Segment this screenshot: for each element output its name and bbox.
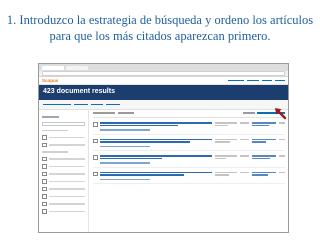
filter-option[interactable] [42,164,85,169]
filter-option[interactable] [42,201,85,206]
red-arrow-icon [275,108,287,120]
filter-heading [42,151,68,153]
nav-link[interactable] [228,79,244,82]
scopus-screenshot: Scopus 423 document results [38,63,289,233]
table-row[interactable] [93,118,285,135]
results-count: 423 document results [43,88,115,95]
nav-link[interactable] [262,79,272,82]
filter-option[interactable] [42,209,85,214]
browser-tab-strip [39,64,288,71]
refine-heading [42,116,60,118]
sort-control[interactable] [243,108,287,120]
table-row[interactable] [93,151,285,168]
results-body [39,108,288,232]
scopus-header: Scopus [39,77,288,85]
nav-link[interactable] [247,79,259,82]
results-toolbar [93,108,287,120]
url-field[interactable] [42,71,285,76]
set-alert-link[interactable] [106,103,120,106]
scopus-top-nav [228,79,285,82]
table-row[interactable] [93,135,285,151]
filter-option[interactable] [42,194,85,199]
filter-heading [42,129,68,131]
browser-tab[interactable] [66,65,88,70]
slide-title-line-1: 1. Introduzco la estrategia de búsqueda … [6,13,314,27]
filter-option[interactable] [42,156,85,161]
slide-title: 1. Introduzco la estrategia de búsqueda … [4,12,316,44]
select-all-control[interactable] [93,112,115,114]
filter-option[interactable] [42,171,85,176]
filter-option[interactable] [42,179,85,184]
results-list [93,108,287,232]
export-control[interactable] [118,112,134,114]
slide-title-line-2: para que los más citados aparezcan prime… [49,29,271,43]
save-link[interactable] [91,103,103,106]
results-banner: 423 document results [39,85,288,100]
row-checkbox[interactable] [93,155,98,160]
row-checkbox[interactable] [93,171,98,176]
row-checkbox[interactable] [93,138,98,143]
search-query-link[interactable] [43,103,71,106]
row-checkbox[interactable] [93,122,98,127]
nav-link[interactable] [275,79,285,82]
browser-tab[interactable] [42,65,64,70]
filter-option[interactable] [42,135,85,140]
filter-option[interactable] [42,186,85,191]
search-within-input[interactable] [42,121,85,126]
table-row[interactable] [93,168,285,184]
filter-option[interactable] [42,142,85,147]
scopus-logo[interactable]: Scopus [42,78,58,83]
sort-label [243,112,255,114]
refine-sidebar [39,109,89,232]
edit-link[interactable] [74,103,88,106]
